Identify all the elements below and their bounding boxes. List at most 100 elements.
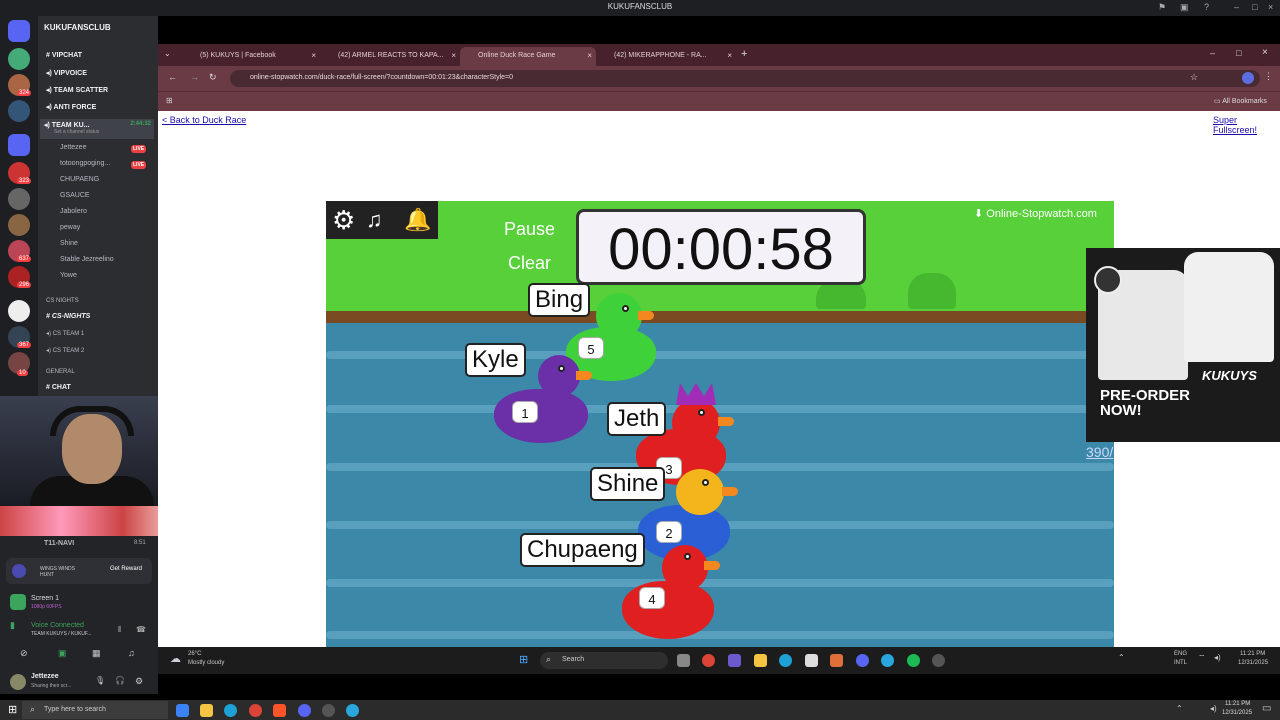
telegram-icon[interactable] [881,654,894,667]
notification-icon[interactable]: ▭ [1262,703,1271,714]
channel-label[interactable]: CHAT [52,384,71,391]
telegram-icon[interactable] [346,704,359,717]
channel-label[interactable]: CS TEAM 1 [53,331,85,337]
disconnect-icon[interactable]: ☎ [136,625,146,634]
clock-time[interactable]: 11:21 PM [1240,651,1265,657]
language-layout[interactable]: INTL [1174,660,1187,666]
discord-home-icon[interactable] [8,20,30,42]
menu-icon[interactable]: ⋮ [1264,71,1273,82]
app-icon[interactable] [176,704,189,717]
voice-connected-channel[interactable]: TEAM KUKUYS / KUKUF... [31,631,92,637]
channel-label[interactable]: ANTI FORCE [54,104,97,111]
minimize-icon[interactable]: – [1210,48,1215,58]
close-tab-icon[interactable]: × [587,51,592,60]
brand-logo[interactable]: ⬇ Online-Stopwatch.com [974,207,1097,220]
music-icon[interactable]: ♫ [366,207,383,233]
profile-avatar[interactable] [1242,72,1254,84]
start-icon[interactable]: ⊞ [519,653,528,666]
tab-search-icon[interactable]: ⌄ [164,49,171,58]
folder-icon[interactable] [8,134,30,156]
clock-date[interactable]: 12/31/2025 [1238,660,1268,666]
get-reward-button[interactable]: Get Reward [110,566,142,572]
spotify-icon[interactable] [907,654,920,667]
brave-icon[interactable] [273,704,286,717]
obs-icon[interactable] [322,704,335,717]
chrome-icon[interactable] [249,704,262,717]
app-icon[interactable] [830,654,843,667]
server-icon[interactable] [8,300,30,322]
camera-off-icon[interactable]: ⊘ [20,648,28,659]
server-icon[interactable] [8,48,30,70]
tab-duck-race[interactable]: Online Duck Race Game × [460,47,596,66]
tab-mikerapphone[interactable]: (42) MIKERAPPHONE - RA... × [596,47,736,66]
server-icon[interactable] [8,214,30,236]
back-icon[interactable]: ← [168,72,177,82]
channel-label[interactable]: CS TEAM 2 [53,348,85,354]
volume-icon[interactable]: ◂) [1210,704,1217,713]
channel-label[interactable]: TEAM SCATTER [54,87,108,94]
channel-label[interactable]: VIPVOICE [54,70,87,77]
edge-icon[interactable] [779,654,792,667]
discord-icon[interactable] [856,654,869,667]
edge-icon[interactable] [224,704,237,717]
search-input[interactable]: ⌕ Search [540,652,668,669]
headset-icon[interactable]: 🎧 [115,676,125,685]
help-icon[interactable]: ? [1204,2,1209,12]
discord-icon[interactable] [298,704,311,717]
new-tab-button[interactable]: + [741,48,747,60]
all-bookmarks[interactable]: ▭ All Bookmarks [1214,97,1267,105]
tab-facebook[interactable]: (5) KUKUYS | Facebook × [182,47,320,66]
language[interactable]: ENG [1174,651,1187,657]
forward-icon[interactable]: → [190,72,199,82]
activities-icon[interactable]: ▦ [92,648,101,659]
tray-chevron-icon[interactable]: ⌃ [1118,653,1125,662]
copilot-icon[interactable] [728,654,741,667]
close-icon[interactable]: × [1262,47,1268,58]
apps-icon[interactable]: ⊞ [166,96,173,105]
store-icon[interactable] [805,654,818,667]
channel-label[interactable]: TEAM KU... [52,122,90,129]
reload-icon[interactable]: ↻ [209,72,217,83]
bell-icon[interactable]: 🔔 [404,207,431,233]
screen-share-button[interactable]: ▣ [58,648,67,659]
soundboard-icon[interactable]: ♫ [128,648,135,658]
chrome-icon[interactable] [702,654,715,667]
mic-icon[interactable]: 🎙 [95,676,105,685]
voice-channel-label[interactable]: T11-NAVI [44,540,74,547]
maximize-icon[interactable]: □ [1252,2,1257,12]
channel-label[interactable]: CS-NIGHTS [52,313,91,320]
channel-status[interactable]: Set a channel status [54,129,150,135]
weather-icon[interactable]: ☁ [170,652,181,665]
minimize-icon[interactable]: – [1234,2,1239,12]
weather-temp[interactable]: 26°C [188,651,201,657]
file-explorer-icon[interactable] [754,654,767,667]
task-view-icon[interactable] [677,654,690,667]
close-tab-icon[interactable]: × [727,51,732,60]
super-fullscreen-link[interactable]: Super Fullscreen! [1213,115,1280,135]
noise-icon[interactable]: ⫴ [118,625,121,635]
gear-icon[interactable]: ⚙ [332,205,355,236]
clock-date[interactable]: 12/31/2025 [1222,710,1252,716]
url-input[interactable]: online-stopwatch.com/duck-race/full-scre… [230,70,1260,87]
inbox-icon[interactable]: ⚑ [1158,2,1166,13]
username[interactable]: Jettezee [31,673,59,680]
gear-icon[interactable]: ⚙ [135,676,143,687]
tab-armel[interactable]: (42) ARMEL REACTS TO KAPA... × [320,47,460,66]
close-tab-icon[interactable]: × [311,51,316,60]
volume-icon[interactable]: ◂) [1214,653,1221,662]
back-to-duck-race-link[interactable]: < Back to Duck Race [162,115,246,125]
close-icon[interactable]: × [1268,2,1273,12]
signal-icon[interactable]: ▮ [10,620,15,631]
server-name[interactable]: KUKUFANSCLUB [44,23,111,32]
maximize-icon[interactable]: □ [1236,48,1241,58]
server-icon[interactable] [8,188,30,210]
avatar[interactable] [10,674,26,690]
file-explorer-icon[interactable] [200,704,213,717]
tray-chevron-icon[interactable]: ⌃ [1176,704,1183,713]
bookmark-star-icon[interactable]: ☆ [1190,72,1198,83]
search-input[interactable]: ⌕ Type here to search [22,701,168,719]
server-icon[interactable] [8,100,30,122]
clear-button[interactable]: Clear [508,253,551,274]
close-tab-icon[interactable]: × [451,51,456,60]
clock-time[interactable]: 11:21 PM [1225,701,1250,707]
